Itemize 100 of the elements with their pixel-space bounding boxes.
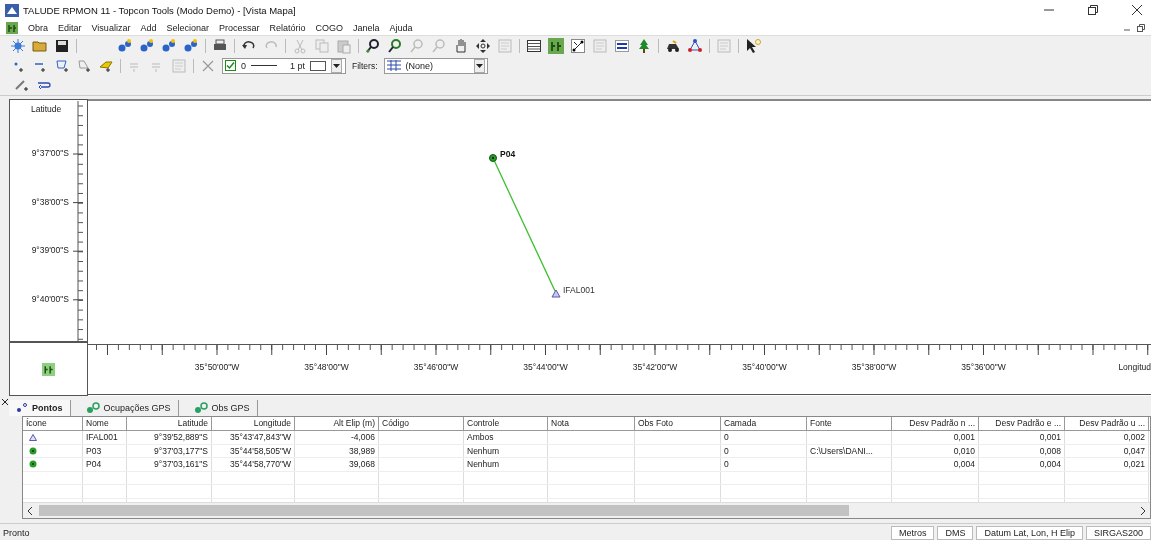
tick-label: 35°44'00"W <box>522 362 569 372</box>
sun-icon[interactable] <box>10 38 26 54</box>
tick-label: 35°50'00"W <box>193 362 241 372</box>
menu-item[interactable]: Relatório <box>269 22 306 33</box>
menu-item[interactable]: Obra <box>28 22 48 33</box>
column-header[interactable]: Fonte <box>807 417 892 430</box>
column-header[interactable]: Longitude <box>212 417 295 430</box>
table-cell: 39,068 <box>349 459 375 469</box>
menu-item[interactable]: COGO <box>315 22 343 33</box>
column-header[interactable]: Código <box>379 417 464 430</box>
menu-item[interactable]: Ajuda <box>389 22 413 33</box>
table-cell: 0,010 <box>953 445 975 456</box>
table-cell: 9°37'03,177"S <box>154 445 208 456</box>
status-pane: Datum Lat, Lon, H Elip <box>976 526 1083 540</box>
table-icon[interactable] <box>526 38 542 54</box>
logo-icon <box>6 21 18 34</box>
axis-title: Latitude <box>31 104 62 114</box>
menu-item[interactable]: Editar <box>58 22 82 33</box>
close-icon[interactable] <box>2 399 8 405</box>
add-point-icon[interactable] <box>183 38 199 54</box>
help-cursor-icon[interactable] <box>745 38 761 54</box>
column-header[interactable]: Desv Padrão e ... <box>979 417 1065 430</box>
zoom-out-icon[interactable] <box>387 38 403 54</box>
tick-label: 9°37'00"S <box>30 148 69 158</box>
car-icon[interactable] <box>665 38 681 54</box>
table-cell: 0,001 <box>1039 432 1061 442</box>
app-logo-icon <box>5 3 19 17</box>
column-header[interactable]: Ícone <box>23 417 83 430</box>
triangle-network-icon[interactable] <box>687 38 703 54</box>
save-icon[interactable] <box>54 38 70 54</box>
table-cell: 0,021 <box>1123 459 1145 469</box>
column-header[interactable]: Nome <box>83 417 127 430</box>
add-point-icon[interactable] <box>139 38 155 54</box>
table-cell: 0,004 <box>1039 459 1061 469</box>
edit-line-icon[interactable] <box>14 77 30 93</box>
filter-dropdown[interactable]: (None) <box>383 57 488 74</box>
checkbox[interactable] <box>225 60 236 71</box>
add-point-icon[interactable] <box>161 38 177 54</box>
column-header[interactable]: Desv Padrão u ... <box>1065 417 1149 430</box>
add-point-icon[interactable] <box>117 38 133 54</box>
column-header[interactable]: Controle <box>464 417 548 430</box>
status-pane: SIRGAS200 <box>1085 526 1151 540</box>
zoom-in-icon[interactable] <box>365 38 381 54</box>
scroll-thumb[interactable] <box>39 505 849 516</box>
tick-label: 35°40'00"W <box>741 362 788 372</box>
table-cell: 0 <box>724 459 729 469</box>
menu-item[interactable]: Add <box>140 22 157 33</box>
table-cell: 38,989 <box>349 445 375 456</box>
table-cell: 0,001 <box>953 432 975 442</box>
point-label: IFAL001 <box>563 285 595 295</box>
column-header[interactable]: Obs Foto <box>635 417 721 430</box>
scroll-right-icon[interactable] <box>1140 506 1146 515</box>
restore-icon[interactable] <box>1087 4 1099 16</box>
polygon-icon[interactable] <box>76 57 92 74</box>
tab[interactable]: Pontos <box>9 400 71 416</box>
table-cell: 0,008 <box>1039 445 1061 456</box>
color-swatch <box>310 60 327 71</box>
pan-icon[interactable] <box>475 38 491 54</box>
point-marker[interactable] <box>489 154 497 162</box>
triangle-marker[interactable] <box>551 289 561 298</box>
folder-icon[interactable] <box>32 38 48 54</box>
close-icon[interactable] <box>1131 4 1143 16</box>
polygon-icon[interactable] <box>54 57 70 74</box>
table-cell: C:\Users\DANI... <box>810 445 873 456</box>
column-header[interactable]: Desv Padrão n ... <box>892 417 979 430</box>
table-cell: 35°43'47,843"W <box>230 432 291 442</box>
filter-value: (None) <box>405 60 433 71</box>
table-cell: IFAL001 <box>86 432 118 442</box>
tree-icon[interactable] <box>636 38 652 54</box>
status-message: Pronto <box>3 528 30 538</box>
status-pane: DMS <box>937 526 974 540</box>
lines-icon[interactable] <box>614 38 630 54</box>
tick-label: 35°48'00"W <box>303 362 350 372</box>
table-cell: -4,006 <box>350 432 375 442</box>
scroll-left-icon[interactable] <box>27 506 33 515</box>
tick-label: 9°39'00"S <box>30 245 69 256</box>
menu-item[interactable]: Janela <box>353 22 380 33</box>
column-header[interactable]: Alt Elip (m) <box>295 417 379 430</box>
logo-icon <box>42 362 55 376</box>
table-cell: Ambos <box>467 432 494 442</box>
table-cell: 0,047 <box>1123 445 1145 456</box>
column-header[interactable]: Camada <box>721 417 807 430</box>
horizontal-scrollbar[interactable] <box>23 502 1150 518</box>
table-cell: 0,002 <box>1123 432 1145 442</box>
column-header[interactable]: Nota <box>548 417 635 430</box>
triangle-icon <box>29 433 37 441</box>
table-cell: 9°37'03,161"S <box>154 459 208 469</box>
points-icon <box>16 403 28 413</box>
network-icon[interactable] <box>570 38 586 54</box>
menu-item[interactable]: Selecionar <box>166 22 209 33</box>
table-cell: 0 <box>724 445 729 456</box>
tick-label: 9°38'00"S <box>30 196 69 207</box>
point-icon <box>29 446 37 455</box>
line-style-dropdown[interactable]: 0 1 pt <box>222 57 346 74</box>
restore-icon[interactable] <box>1135 22 1147 33</box>
menu-item[interactable]: Processar <box>218 22 260 33</box>
column-header[interactable]: Latitude <box>127 417 212 430</box>
logo-icon[interactable] <box>548 38 564 54</box>
menu-item[interactable]: Visualizar <box>91 22 131 33</box>
axis-title: Longitud <box>1118 362 1151 372</box>
